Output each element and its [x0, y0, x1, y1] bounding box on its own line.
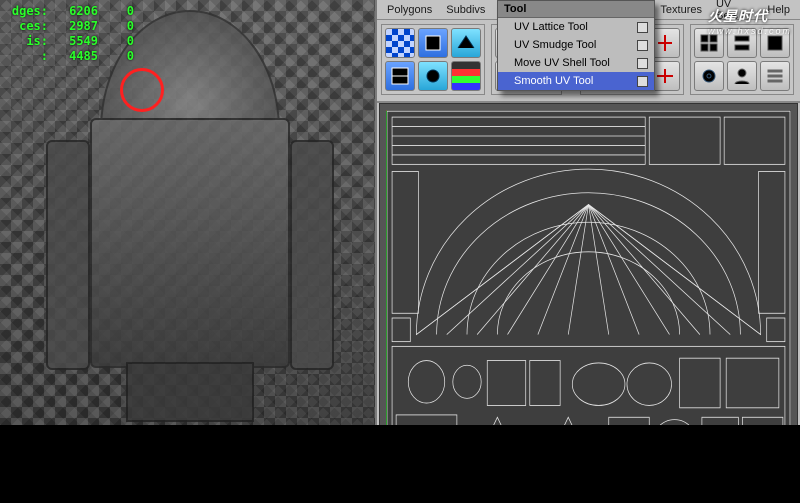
menu-polygons[interactable]: Polygons [381, 2, 438, 18]
shelf-group-display [381, 24, 485, 95]
tool-menu-item-smudge[interactable]: UV Smudge Tool [498, 36, 654, 54]
isolate-select-icon[interactable] [694, 61, 724, 91]
tool-menu-item-lattice[interactable]: UV Lattice Tool [498, 18, 654, 36]
uv-shaded-icon[interactable] [451, 28, 481, 58]
option-box-icon[interactable] [637, 76, 648, 87]
tool-menu-item-moveshell[interactable]: Move UV Shell Tool [498, 54, 654, 72]
model-preview [40, 10, 340, 440]
tool-menu-label: UV Lattice Tool [514, 21, 588, 33]
options-icon[interactable] [760, 61, 790, 91]
hud-row: is: 5549 0 [4, 34, 134, 49]
option-box-icon[interactable] [637, 40, 648, 51]
app-root: dges: 6206 0 ces: 2987 0 is: 5549 0 : 44… [0, 0, 800, 503]
uv-gradient-icon[interactable] [451, 61, 481, 91]
tool-menu-dropdown: Tool UV Lattice Tool UV Smudge Tool Move… [497, 0, 655, 91]
tool-menu-label: Move UV Shell Tool [514, 57, 610, 69]
watermark: 火星时代 www.hxsd.com [708, 6, 792, 36]
hud-row: ces: 2987 0 [4, 19, 134, 34]
polycount-hud: dges: 6206 0 ces: 2987 0 is: 5549 0 : 44… [4, 4, 134, 64]
tool-menu-label: Smooth UV Tool [514, 75, 593, 87]
annotation-circle-icon [120, 68, 164, 112]
option-box-icon[interactable] [637, 58, 648, 69]
option-box-icon[interactable] [637, 22, 648, 33]
menu-subdivs[interactable]: Subdivs [440, 2, 491, 18]
uv-checker-display-icon[interactable] [385, 28, 415, 58]
tool-menu-label: UV Smudge Tool [514, 39, 596, 51]
watermark-url: www.hxsd.com [708, 26, 792, 36]
tool-menu-item-smoothuv[interactable]: Smooth UV Tool [498, 72, 654, 90]
footer-black-bar [0, 425, 800, 503]
uv-dim-image-icon[interactable] [418, 61, 448, 91]
head-icon[interactable] [727, 61, 757, 91]
hud-selected: 0 [104, 4, 134, 19]
hud-label: dges: [4, 4, 48, 19]
hud-row: : 4485 0 [4, 49, 134, 64]
uv-snapshot-icon[interactable] [418, 28, 448, 58]
watermark-brand: 火星时代 [708, 8, 768, 24]
menu-textures[interactable]: Textures [654, 2, 708, 18]
hud-value: 6206 [54, 4, 98, 19]
hud-row: dges: 6206 0 [4, 4, 134, 19]
uv-texture-borders-icon[interactable] [385, 61, 415, 91]
tool-menu-title: Tool [498, 1, 654, 18]
